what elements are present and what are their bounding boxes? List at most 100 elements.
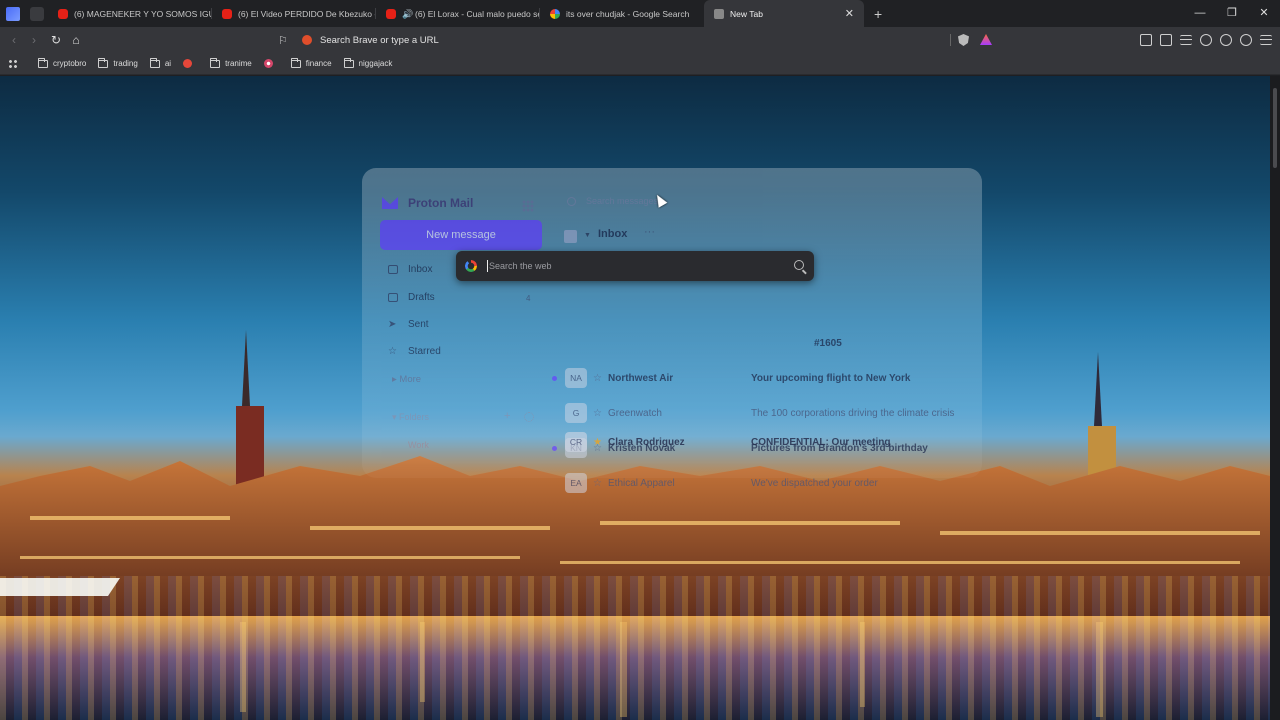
gear-icon	[524, 412, 534, 422]
search-input[interactable]	[489, 261, 779, 271]
web-search-widget[interactable]	[456, 251, 814, 281]
star-icon: ☆	[593, 372, 602, 384]
restore-icon[interactable]: ❐	[1216, 0, 1248, 27]
youtube-icon	[222, 8, 232, 19]
nav-drafts: Drafts	[388, 292, 435, 303]
tab-search-icon[interactable]	[30, 6, 44, 21]
star-icon: ☆	[388, 346, 397, 357]
bookmark-folder-ai[interactable]: ai	[149, 57, 171, 68]
bookmark-folder-cryptobro[interactable]: cryptobro	[38, 57, 86, 68]
minimize-icon[interactable]: —	[1184, 0, 1216, 27]
tab-title: its over chudjak - Google Search	[566, 8, 690, 19]
reader-mode-icon[interactable]	[1180, 35, 1192, 45]
message-subject-partial: #1605	[814, 338, 842, 349]
forward-icon[interactable]: ›	[24, 33, 44, 47]
site-favicon-icon	[183, 59, 193, 68]
home-icon[interactable]: ⌂	[66, 33, 86, 47]
folder-icon	[210, 57, 221, 68]
inbox-icon	[388, 265, 398, 274]
message-row: CR ★ Clara Rodriguez CONFIDENTIAL: Our mee…	[552, 432, 982, 452]
tab-title: (6) El Lorax - Cual malo puedo se	[415, 8, 540, 19]
send-icon: ➤	[388, 319, 397, 330]
search-icon	[567, 196, 576, 206]
apps-grid-icon[interactable]	[8, 58, 18, 69]
file-icon	[388, 293, 398, 302]
bookmark-folder-trading[interactable]: trading	[98, 57, 138, 68]
reading-list-icon[interactable]	[1160, 34, 1172, 46]
google-icon	[465, 260, 477, 272]
back-icon[interactable]: ‹	[4, 33, 24, 47]
folder-icon	[343, 57, 354, 68]
folder-work: Work	[408, 440, 429, 450]
drafts-count: 4	[526, 294, 531, 303]
nav-starred: ☆ Starred	[388, 346, 441, 357]
star-icon: ☆	[593, 407, 602, 419]
star-icon: ☆	[593, 477, 602, 489]
brave-icon	[714, 8, 724, 19]
bookmark-site[interactable]	[183, 59, 198, 68]
google-icon	[550, 8, 560, 19]
bookmark-folder-tranime[interactable]: tranime	[210, 57, 252, 68]
proton-mail-logo: Proton Mail	[382, 196, 473, 210]
star-icon: ★	[593, 436, 602, 448]
tab-1[interactable]: (6) MAGENEKER Y YO SOMOS IGUAL	[48, 0, 212, 27]
youtube-icon	[386, 8, 396, 19]
tab-3[interactable]: 🔊 (6) El Lorax - Cual malo puedo se	[376, 0, 540, 27]
new-message-button: New message	[380, 220, 542, 250]
tab-new-tab[interactable]: New Tab ✕	[704, 0, 864, 27]
inbox-heading: Inbox	[598, 228, 628, 240]
tab-strip: (6) MAGENEKER Y YO SOMOS IGUAL (6) El Vi…	[0, 0, 1280, 27]
search-engine-icon	[302, 35, 312, 45]
tab-2[interactable]: (6) El Video PERDIDO De Kbezuko - Y	[212, 0, 376, 27]
reload-icon[interactable]: ↻	[46, 33, 66, 47]
scrollbar-thumb[interactable]	[1273, 88, 1277, 168]
nav-more: ▸ More	[392, 374, 422, 385]
bookmark-site[interactable]	[263, 59, 279, 68]
brave-menu-icon[interactable]	[6, 6, 20, 21]
address-placeholder: Search Brave or type a URL	[320, 34, 439, 46]
apps-icon	[522, 200, 534, 212]
message-row: EA ☆ Ethical Apparel We've dispatched your…	[552, 473, 982, 493]
more-options-icon: ···	[644, 226, 655, 238]
folders-heading: ▾ Folders	[392, 412, 430, 422]
select-all-checkbox	[564, 230, 577, 243]
message-row: NA ☆ Northwest Air Your upcoming flight to…	[552, 368, 982, 388]
proton-logo-icon	[382, 197, 398, 209]
speaker-icon[interactable]: 🔊	[402, 9, 413, 19]
folder-icon	[38, 57, 48, 68]
page-scrollbar[interactable]	[1270, 76, 1280, 720]
brave-shields-icon[interactable]	[958, 34, 969, 46]
add-folder-icon: +	[504, 410, 511, 422]
menu-icon[interactable]	[1260, 35, 1272, 45]
navigation-toolbar: ‹ › ↻ ⌂ ⚐ Search Brave or type a URL	[0, 27, 1280, 53]
sidebar-icon[interactable]	[1140, 34, 1152, 46]
proton-search: Search messages	[567, 196, 658, 206]
tab-title: New Tab	[730, 8, 763, 19]
bookmark-folder-niggajack[interactable]: niggajack	[343, 57, 392, 68]
new-tab-button[interactable]: +	[874, 6, 882, 22]
folder-icon	[290, 57, 301, 68]
media-icon[interactable]	[1220, 34, 1232, 46]
youtube-icon	[58, 8, 68, 19]
tab-4[interactable]: its over chudjak - Google Search	[540, 0, 704, 27]
new-tab-page: Proton Mail Search messages New message …	[0, 76, 1270, 720]
caret-down-icon: ▼	[584, 232, 591, 239]
site-favicon-icon	[263, 59, 273, 68]
bookmarks-bar: cryptobro trading ai tranime finance nig…	[0, 53, 1280, 75]
folder-icon	[149, 57, 160, 68]
downloads-icon[interactable]	[1200, 34, 1212, 46]
bookmark-folder-finance[interactable]: finance	[290, 57, 332, 68]
folder-icon	[98, 57, 109, 68]
close-tab-icon[interactable]: ✕	[837, 7, 854, 20]
brave-rewards-icon[interactable]	[980, 34, 992, 45]
bookmark-icon[interactable]: ⚐	[278, 34, 292, 47]
window-controls: — ❐ ✕	[1184, 0, 1280, 27]
tab-title: (6) El Video PERDIDO De Kbezuko - Y	[238, 8, 376, 19]
leo-ai-icon[interactable]	[1240, 34, 1252, 46]
close-window-icon[interactable]: ✕	[1248, 0, 1280, 27]
toolbar-actions	[1140, 27, 1272, 53]
nav-inbox: Inbox	[388, 264, 432, 275]
tab-title: (6) MAGENEKER Y YO SOMOS IGUAL	[74, 8, 212, 19]
address-bar[interactable]: ⚐ Search Brave or type a URL	[278, 30, 998, 50]
search-icon[interactable]	[794, 260, 804, 270]
